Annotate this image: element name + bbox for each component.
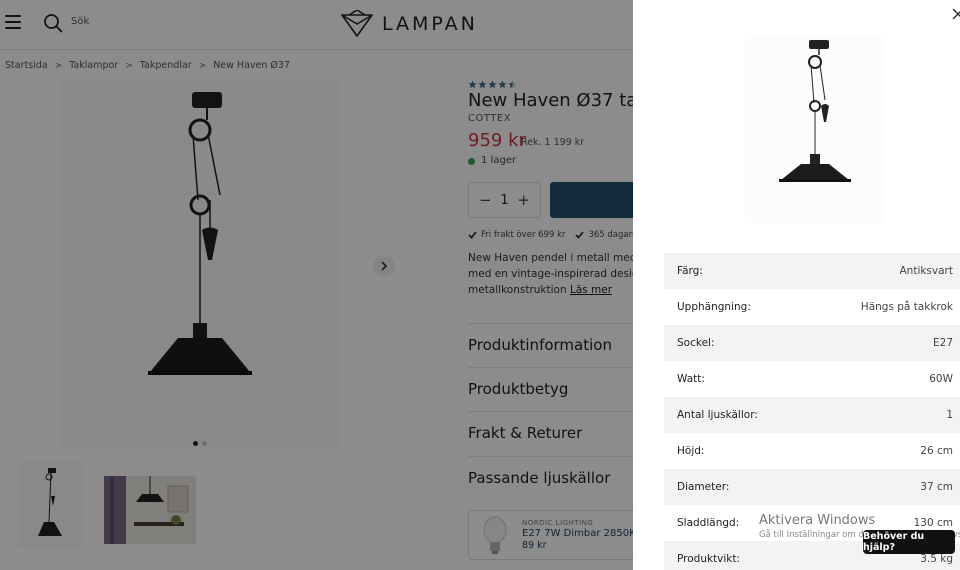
overlay-backdrop[interactable]: [0, 0, 633, 570]
spec-value: 60W: [929, 373, 953, 385]
help-chat-button[interactable]: Behöver du hjälp?: [863, 530, 955, 554]
spec-value: 1: [946, 409, 953, 421]
spec-row: Antal ljuskällor: 1: [664, 397, 960, 433]
spec-label: Produktvikt:: [677, 553, 741, 565]
spec-value: 130 cm: [913, 517, 953, 529]
spec-value: 3.5 kg: [920, 553, 953, 565]
spec-table: Färg: Antiksvart Upphängning: Hängs på takk…: [664, 253, 960, 570]
page: Sök LAMPAN Startsida > Taklampor > Takpe…: [0, 0, 960, 570]
spec-label: Upphängning:: [677, 301, 751, 313]
spec-label: Färg:: [677, 265, 703, 277]
spec-value: 37 cm: [920, 481, 953, 493]
spec-value: Antiksvart: [899, 265, 953, 277]
spec-value: E27: [933, 337, 953, 349]
spec-label: Watt:: [677, 373, 705, 385]
spec-row: Diameter: 37 cm: [664, 469, 960, 505]
spec-label: Antal ljuskällor:: [677, 409, 758, 421]
spec-row: Färg: Antiksvart: [664, 253, 960, 289]
spec-label: Sladdlängd:: [677, 517, 740, 529]
spec-row: Upphängning: Hängs på takkrok: [664, 289, 960, 325]
spec-value: Hängs på takkrok: [860, 301, 953, 313]
specifications-panel: Färg: Antiksvart Upphängning: Hängs på takk…: [633, 0, 960, 570]
spec-row: Watt: 60W: [664, 361, 960, 397]
spec-label: Sockel:: [677, 337, 715, 349]
spec-row: Sockel: E27: [664, 325, 960, 361]
pendant-lamp-image: [779, 40, 851, 182]
panel-product-image: [745, 38, 885, 223]
spec-row: Höjd: 26 cm: [664, 433, 960, 469]
spec-label: Diameter:: [677, 481, 730, 493]
close-icon[interactable]: [951, 7, 960, 21]
spec-value: 26 cm: [920, 445, 953, 457]
spec-label: Höjd:: [677, 445, 705, 457]
